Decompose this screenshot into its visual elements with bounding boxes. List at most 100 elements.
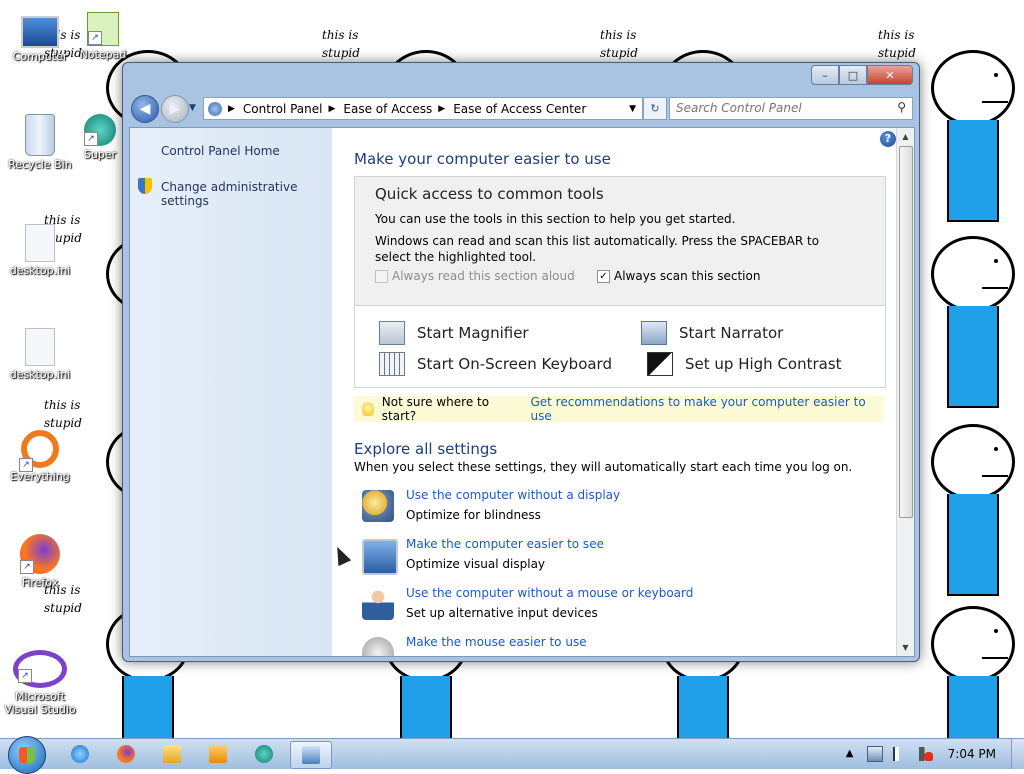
start-narrator-button[interactable]: Start Narrator bbox=[641, 321, 783, 345]
desktop-icon-everything[interactable]: ↗ Everything bbox=[2, 430, 78, 483]
taskbar-control-panel[interactable] bbox=[290, 741, 332, 769]
show-desktop-button[interactable] bbox=[1011, 739, 1024, 769]
setting-no-mouse-keyboard: Use the computer without a mouse or keyb… bbox=[362, 586, 842, 632]
desktop-icon-desktop-ini-2[interactable]: desktop.ini bbox=[2, 328, 78, 381]
tip-text: Not sure where to start? bbox=[381, 395, 490, 423]
address-dropdown-icon[interactable]: ▼ bbox=[629, 104, 636, 114]
address-bar[interactable]: ▶ Control Panel ▶ Ease of Access ▶ Ease … bbox=[203, 97, 643, 120]
quick-access-instructions: Windows can read and scan this list auto… bbox=[375, 234, 820, 264]
show-hidden-icons-icon[interactable]: ▲ bbox=[843, 747, 857, 761]
start-button[interactable] bbox=[8, 736, 46, 774]
get-recommendations-link[interactable]: Get recommendations to make your compute… bbox=[530, 395, 884, 423]
breadcrumb-control-panel[interactable]: Control Panel bbox=[243, 102, 323, 116]
firefox-icon bbox=[117, 745, 135, 763]
scan-section-checkbox[interactable]: ✓ Always scan this section bbox=[597, 269, 760, 283]
desktop-icon-super[interactable]: ↗ Super bbox=[78, 114, 122, 161]
setting-description: Optimize for blindness bbox=[406, 508, 541, 522]
setting-description: Set up alternative input devices bbox=[406, 606, 598, 620]
wallpaper-figure bbox=[925, 424, 1017, 596]
set-up-high-contrast-button[interactable]: Set up High Contrast bbox=[647, 352, 842, 376]
desktop-icon-computer[interactable]: Computer bbox=[2, 12, 78, 63]
app-icon bbox=[255, 745, 273, 763]
mouse-icon bbox=[362, 637, 394, 656]
app-icon: ↗ bbox=[84, 114, 116, 146]
refresh-button[interactable]: ↻ bbox=[643, 97, 667, 120]
read-aloud-checkbox[interactable]: Always read this section aloud bbox=[375, 269, 575, 283]
back-button[interactable]: ◀ bbox=[131, 95, 159, 123]
network-icon[interactable] bbox=[866, 746, 883, 762]
forward-button[interactable]: ▶ bbox=[161, 95, 189, 123]
breadcrumb-separator-icon[interactable]: ▶ bbox=[329, 104, 336, 114]
taskbar-clock[interactable]: 7:04 PM bbox=[948, 747, 996, 761]
read-aloud-label: Always read this section aloud bbox=[392, 269, 575, 283]
scroll-up-icon[interactable]: ▲ bbox=[897, 128, 914, 145]
help-button[interactable]: ? bbox=[880, 131, 896, 147]
recycle-bin-icon bbox=[25, 114, 55, 156]
taskbar-media-player[interactable] bbox=[198, 741, 238, 767]
media-player-icon bbox=[209, 745, 227, 763]
wallpaper-figure bbox=[925, 606, 1017, 740]
explore-settings-title: Explore all settings bbox=[354, 440, 498, 458]
minimize-button[interactable]: – bbox=[811, 65, 839, 85]
keyboard-icon bbox=[379, 352, 405, 376]
without-mouse-keyboard-link[interactable]: Use the computer without a mouse or keyb… bbox=[406, 586, 693, 600]
start-on-screen-keyboard-label: Start On-Screen Keyboard bbox=[417, 355, 612, 373]
windows-logo-icon bbox=[19, 747, 35, 763]
high-contrast-icon bbox=[647, 352, 673, 376]
wallpaper-figure bbox=[925, 236, 1017, 408]
visual-studio-icon: ↗ bbox=[13, 650, 67, 688]
taskbar: ▲ 7:04 PM bbox=[0, 736, 1024, 774]
change-admin-settings-link[interactable]: Change administrative settings bbox=[161, 180, 332, 208]
ease-of-access-window[interactable]: – □ ✕ ◀ ▶ ▼ ▶ Control Panel ▶ Ease of Ac… bbox=[122, 62, 920, 662]
scroll-down-icon[interactable]: ▼ bbox=[897, 639, 914, 656]
taskbar-internet-explorer[interactable] bbox=[60, 741, 100, 767]
taskbar-file-explorer[interactable] bbox=[152, 741, 192, 767]
start-magnifier-label: Start Magnifier bbox=[417, 324, 529, 342]
quick-access-header: Quick access to common tools You can use… bbox=[355, 177, 885, 306]
everything-search-icon: ↗ bbox=[19, 430, 59, 472]
content-area: Control Panel Home Change administrative… bbox=[129, 127, 915, 657]
narrator-icon bbox=[641, 321, 667, 345]
recommendation-tip: Not sure where to start? Get recommendat… bbox=[354, 395, 884, 423]
wallpaper-caption: this is stupid bbox=[600, 28, 638, 60]
start-on-screen-keyboard-button[interactable]: Start On-Screen Keyboard bbox=[379, 352, 612, 376]
desktop-icon-visual-studio[interactable]: ↗ Microsoft Visual Studio bbox=[0, 650, 80, 716]
volume-muted-icon[interactable] bbox=[918, 747, 933, 761]
notepad-icon: ↗ bbox=[87, 12, 119, 46]
easier-to-see-link[interactable]: Make the computer easier to see bbox=[406, 537, 604, 551]
explore-settings-subtitle: When you select these settings, they wil… bbox=[354, 460, 853, 474]
magnifier-icon bbox=[379, 321, 405, 345]
desktop-icon-desktop-ini-1[interactable]: desktop.ini bbox=[2, 224, 78, 277]
task-pane: Control Panel Home Change administrative… bbox=[130, 128, 332, 656]
mouse-easier-link[interactable]: Make the mouse easier to use bbox=[406, 635, 587, 649]
maximize-button[interactable]: □ bbox=[839, 65, 867, 85]
action-center-flag-icon[interactable] bbox=[892, 747, 909, 761]
desktop-icon-firefox[interactable]: ↗ Firefox bbox=[2, 534, 78, 589]
history-dropdown-icon[interactable]: ▼ bbox=[189, 103, 196, 113]
use-without-display-link[interactable]: Use the computer without a display bbox=[406, 488, 620, 502]
folder-icon bbox=[163, 745, 181, 763]
search-input[interactable] bbox=[670, 98, 882, 117]
breadcrumb-ease-of-access[interactable]: Ease of Access bbox=[343, 102, 432, 116]
start-magnifier-button[interactable]: Start Magnifier bbox=[379, 321, 529, 345]
desktop-icon-notepad[interactable]: ↗ Notepad bbox=[78, 12, 128, 61]
taskbar-app[interactable] bbox=[244, 741, 284, 767]
desktop-icon-recycle-bin[interactable]: Recycle Bin bbox=[2, 114, 78, 171]
breadcrumb-ease-of-access-center[interactable]: Ease of Access Center bbox=[453, 102, 586, 116]
search-box[interactable]: ⚲ bbox=[669, 97, 913, 120]
search-icon[interactable]: ⚲ bbox=[897, 100, 906, 114]
setting-mouse-easier: Make the mouse easier to use bbox=[362, 635, 842, 656]
vertical-scrollbar[interactable]: ▲ ▼ bbox=[896, 128, 914, 656]
taskbar-firefox[interactable] bbox=[106, 741, 146, 767]
breadcrumb-separator-icon[interactable]: ▶ bbox=[438, 104, 445, 114]
checkbox-checked-icon[interactable]: ✓ bbox=[597, 269, 610, 283]
scrollbar-thumb[interactable] bbox=[899, 146, 913, 518]
lightbulb-icon bbox=[362, 402, 374, 416]
no-display-icon bbox=[362, 490, 394, 522]
checkbox-box[interactable] bbox=[375, 269, 388, 283]
control-panel-home-link[interactable]: Control Panel Home bbox=[161, 144, 280, 158]
wallpaper-caption: this is stupid bbox=[878, 28, 916, 60]
close-button[interactable]: ✕ bbox=[867, 65, 913, 85]
settings-file-icon bbox=[25, 224, 55, 262]
breadcrumb-separator-icon[interactable]: ▶ bbox=[228, 104, 235, 114]
